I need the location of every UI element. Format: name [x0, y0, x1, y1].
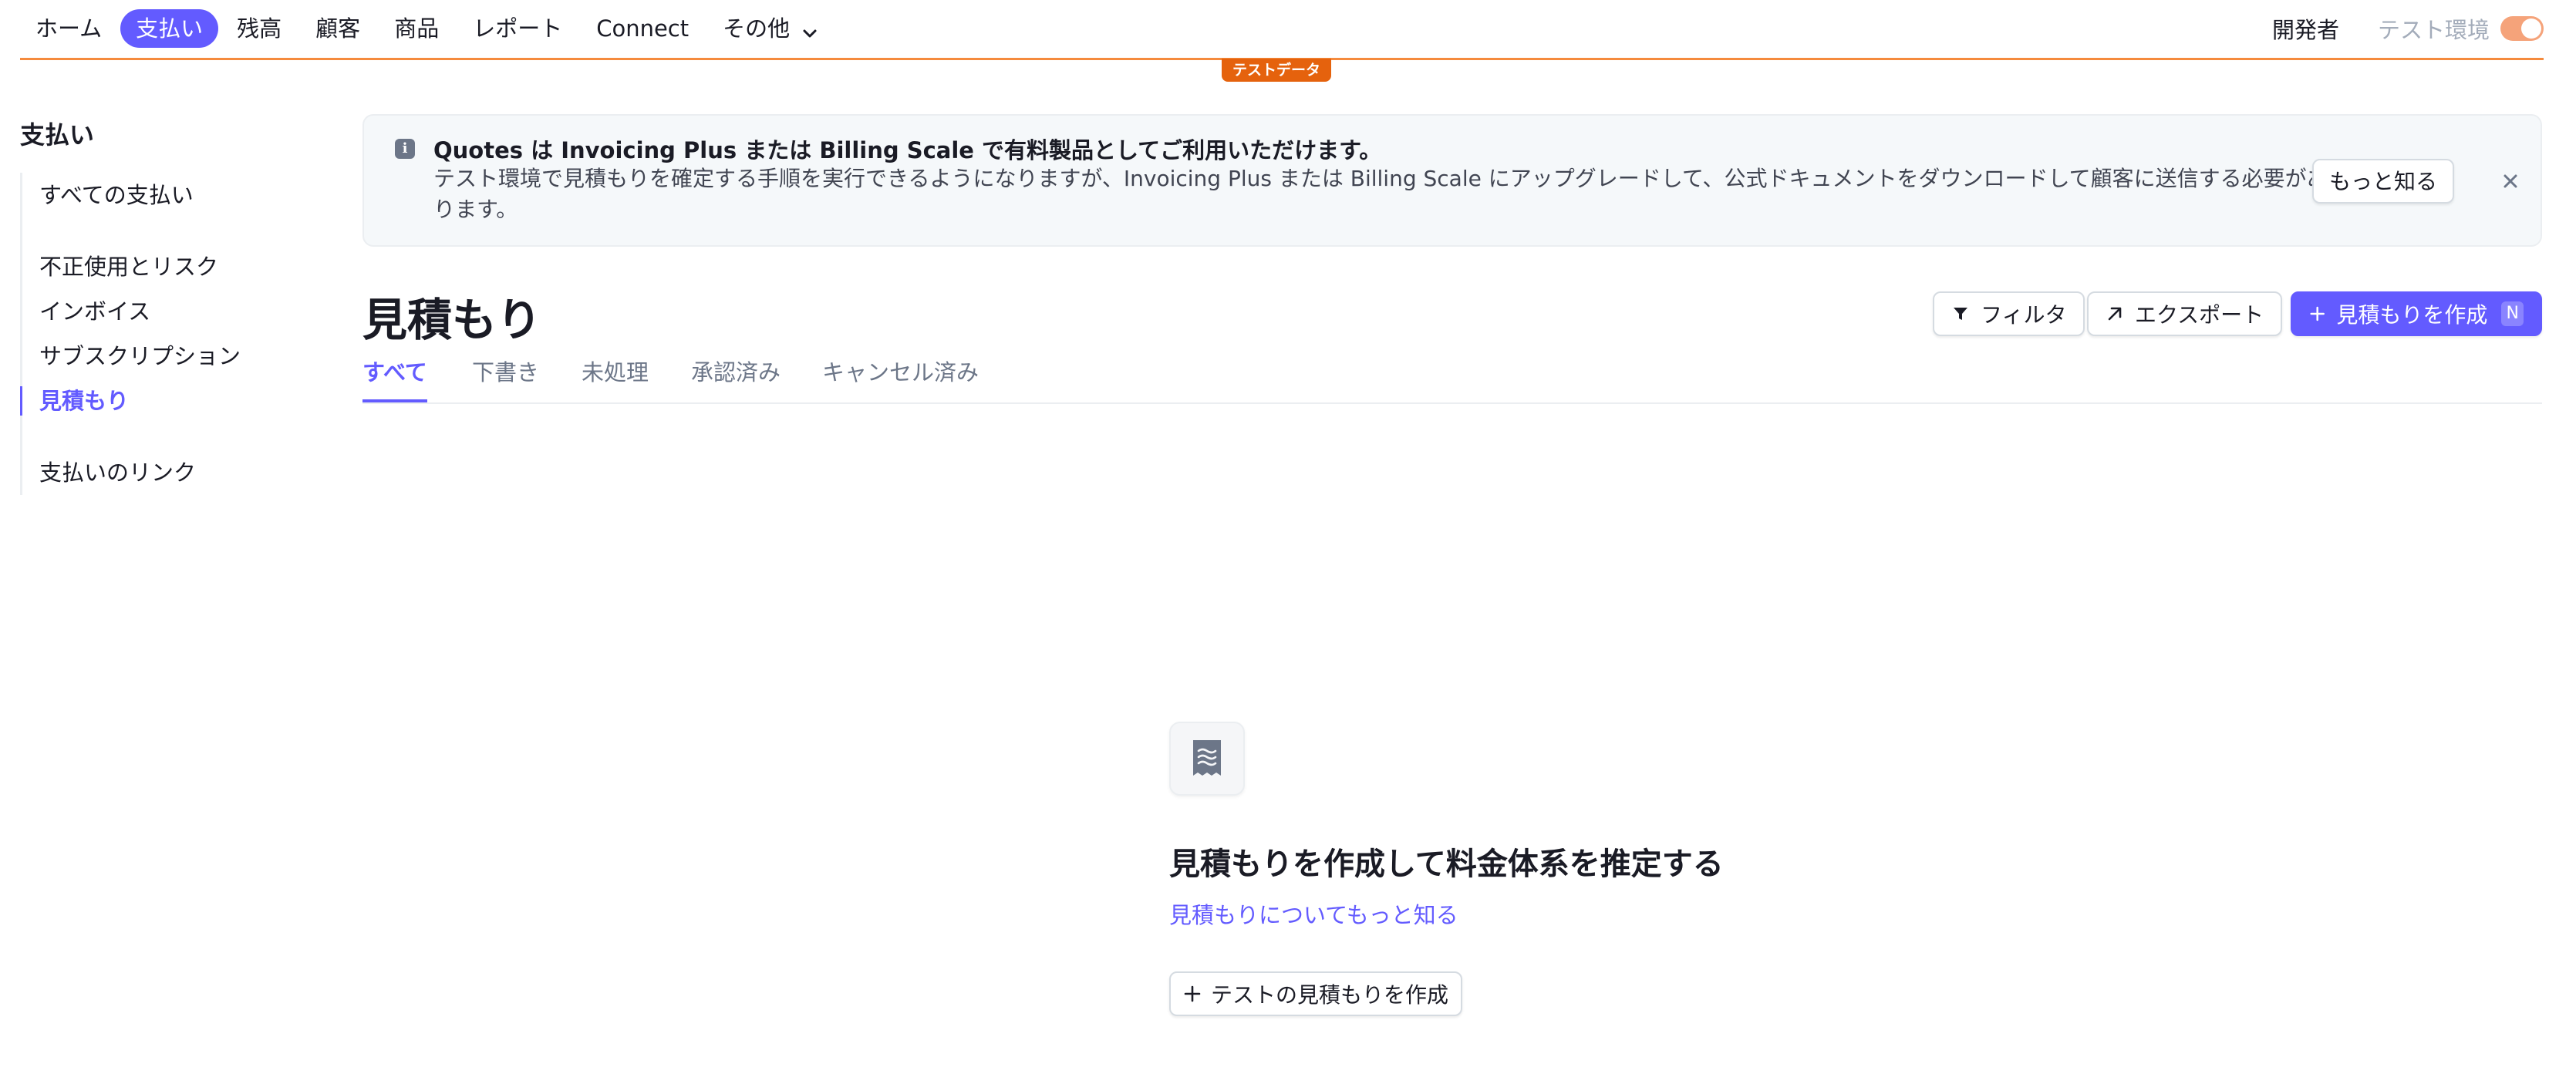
top-navigation: ホーム 支払い 残高 顧客 商品 レポート Connect その他 開発者 テス… — [20, 0, 2544, 59]
empty-state-title: 見積もりを作成して料金体系を推定する — [1169, 847, 1724, 882]
tab-all[interactable]: すべて — [362, 353, 427, 402]
test-data-badge: テストデータ — [1222, 59, 1332, 82]
nav-item-connect[interactable]: Connect — [581, 9, 704, 48]
filter-button[interactable]: フィルタ — [1933, 291, 2085, 336]
export-button[interactable]: エクスポート — [2087, 291, 2283, 336]
sidebar-item-fraud-risk[interactable]: 不正使用とリスク — [22, 244, 298, 289]
tab-draft[interactable]: 下書き — [472, 353, 539, 401]
close-icon[interactable] — [2499, 170, 2522, 193]
tab-accepted[interactable]: 承認済み — [691, 353, 781, 401]
create-quote-label: 見積もりを作成 — [2336, 302, 2488, 328]
nav-item-reports[interactable]: レポート — [457, 9, 578, 48]
page-title: 見積もり — [362, 294, 542, 346]
nav-right: 開発者 テスト環境 — [2272, 9, 2544, 48]
banner-body: テスト環境で見積もりを確定する手順を実行できるようになりますが、Invoicin… — [433, 166, 2328, 222]
keyboard-shortcut-badge: N — [2501, 301, 2524, 326]
banner-learn-more-button[interactable]: もっと知る — [2312, 159, 2455, 204]
filter-icon — [1954, 308, 1967, 320]
create-test-quote-button[interactable]: テストの見積もりを作成 — [1169, 971, 1463, 1016]
tab-open[interactable]: 未処理 — [582, 353, 649, 401]
nav-item-customers[interactable]: 顧客 — [300, 9, 376, 48]
sidebar-item-all-payments[interactable]: すべての支払い — [22, 173, 298, 217]
nav-items: ホーム 支払い 残高 顧客 商品 レポート Connect その他 — [20, 9, 839, 48]
arrow-up-right-icon — [2108, 307, 2122, 321]
export-button-label: エクスポート — [2135, 302, 2264, 328]
create-quote-button[interactable]: 見積もりを作成 N — [2291, 291, 2542, 336]
nav-item-more[interactable]: その他 — [707, 9, 836, 48]
sidebar-list: すべての支払い 不正使用とリスク インボイス サブスクリプション 見積もり 支払… — [20, 173, 298, 495]
filter-button-label: フィルタ — [1981, 302, 2067, 328]
info-icon: i — [395, 139, 415, 159]
plus-icon — [1184, 985, 1201, 1002]
nav-item-balances[interactable]: 残高 — [221, 9, 297, 48]
status-tabs: すべて 下書き 未処理 承認済み キャンセル済み — [362, 353, 2542, 404]
nav-item-payments[interactable]: 支払い — [120, 9, 219, 48]
sidebar-item-quotes[interactable]: 見積もり — [20, 379, 298, 423]
sidebar-item-invoices[interactable]: インボイス — [22, 289, 298, 334]
plus-icon — [2310, 306, 2325, 321]
sidebar: 支払い すべての支払い 不正使用とリスク インボイス サブスクリプション 見積も… — [20, 116, 298, 495]
sidebar-title: 支払い — [20, 120, 95, 150]
test-mode-toggle[interactable] — [2500, 16, 2544, 41]
banner-title: Quotes は Invoicing Plus または Billing Scal… — [433, 137, 1382, 163]
upgrade-banner: i Quotes は Invoicing Plus または Billing Sc… — [362, 114, 2542, 247]
test-mode-label: テスト環境 — [2377, 17, 2490, 43]
nav-item-products[interactable]: 商品 — [379, 9, 454, 48]
create-test-quote-label: テストの見積もりを作成 — [1211, 982, 1449, 1008]
learn-about-quotes-link[interactable]: 見積もりについてもっと知る — [1169, 897, 1458, 930]
toggle-knob — [2521, 19, 2541, 39]
tab-canceled[interactable]: キャンセル済み — [822, 353, 979, 401]
nav-item-more-label: その他 — [723, 15, 791, 42]
sidebar-item-subscriptions[interactable]: サブスクリプション — [22, 334, 298, 379]
nav-item-home[interactable]: ホーム — [20, 9, 117, 48]
developers-link[interactable]: 開発者 — [2272, 12, 2339, 45]
quote-document-icon — [1169, 722, 1245, 796]
sidebar-item-payment-links[interactable]: 支払いのリンク — [22, 450, 298, 495]
chevron-down-icon — [799, 18, 821, 39]
